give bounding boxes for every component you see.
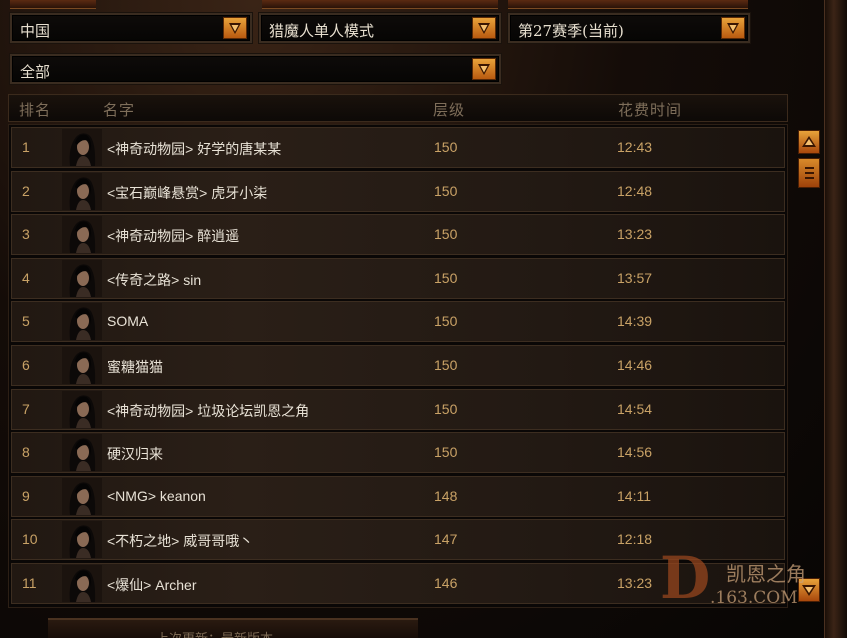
watermark-logo: D 凯恩之角 .163.COM — [658, 548, 828, 614]
time-cell: 14:46 — [617, 357, 653, 373]
tier-cell: 146 — [434, 575, 458, 591]
time-cell: 13:57 — [617, 269, 653, 286]
leaderboard-header: 排名 名字 层级 花费时间 — [8, 94, 788, 122]
column-header-time[interactable]: 花费时间 — [618, 99, 682, 120]
scrollbar[interactable] — [796, 126, 822, 606]
top-ornament — [508, 0, 748, 9]
demon-hunter-portrait-icon — [62, 216, 102, 254]
time-cell: 14:54 — [617, 400, 653, 417]
player-name-cell[interactable]: 硬汉归来 — [107, 444, 163, 464]
watermark-letter: D — [660, 544, 711, 612]
chevron-down-icon[interactable] — [472, 58, 496, 80]
time-cell: 14:56 — [617, 444, 653, 461]
demon-hunter-portrait-icon — [62, 303, 102, 341]
player-name-cell[interactable]: <不朽之地> 威哥哥哦丶 — [107, 531, 253, 551]
table-row[interactable]: 4 <传奇之路> sin 150 13:57 — [11, 257, 785, 299]
table-row[interactable]: 5 SOMA 150 14:39 — [11, 301, 785, 343]
player-name-cell[interactable]: <神奇动物园> 醉逍遥 — [107, 226, 239, 246]
last-updated-text: 上次更新：最新版本 — [156, 628, 273, 638]
scroll-thumb[interactable] — [798, 158, 820, 188]
rank-cell: 1 — [22, 139, 30, 155]
demon-hunter-portrait-icon — [62, 129, 102, 166]
tier-cell: 150 — [434, 400, 458, 417]
tier-cell: 150 — [434, 139, 458, 155]
chevron-down-icon[interactable] — [721, 17, 745, 39]
table-row[interactable]: 6 蜜糖猫猫 150 14:46 — [11, 345, 785, 386]
watermark-site-name: 凯恩之角 — [726, 562, 806, 586]
time-cell: 14:11 — [617, 487, 651, 504]
table-row[interactable]: 1 <神奇动物园> 好学的唐某某 150 12:43 — [11, 127, 785, 168]
rank-cell: 5 — [22, 313, 30, 330]
time-cell: 12:48 — [617, 182, 653, 199]
time-cell: 14:39 — [617, 313, 653, 330]
rank-cell: 9 — [22, 487, 30, 504]
table-row[interactable]: 2 <宝石巅峰悬赏> 虎牙小柒 150 12:48 — [11, 170, 785, 212]
player-name-cell[interactable]: <NMG> keanon — [107, 488, 206, 504]
time-cell: 12:18 — [617, 531, 653, 548]
table-row[interactable]: 9 <NMG> keanon 148 14:11 — [11, 475, 785, 517]
player-name-cell[interactable]: <神奇动物园> 好学的唐某某 — [107, 139, 281, 159]
column-header-rank[interactable]: 排名 — [19, 99, 51, 120]
footer-bar: 上次更新：最新版本 — [48, 618, 418, 638]
time-cell: 12:43 — [617, 139, 653, 155]
rank-cell: 4 — [22, 269, 30, 286]
leaderboard-table: 1 <神奇动物园> 好学的唐某某 150 12:43 2 <宝石巅峰悬赏> 虎牙小柒 150… — [8, 124, 788, 608]
player-name-cell[interactable]: <神奇动物园> 垃圾论坛凯恩之角 — [107, 401, 309, 421]
player-name-cell[interactable]: <宝石巅峰悬赏> 虎牙小柒 — [107, 183, 267, 203]
rank-cell: 2 — [22, 182, 30, 199]
demon-hunter-portrait-icon — [62, 172, 102, 210]
chevron-down-icon[interactable] — [223, 17, 247, 39]
demon-hunter-portrait-icon — [62, 347, 102, 384]
rank-cell: 7 — [22, 400, 30, 417]
class-filter-dropdown[interactable]: 全部 — [10, 54, 501, 84]
season-dropdown-label: 第27赛季(当前) — [518, 22, 624, 40]
class-filter-dropdown-label: 全部 — [20, 63, 51, 81]
table-row[interactable]: 3 <神奇动物园> 醉逍遥 150 13:23 — [11, 214, 785, 256]
demon-hunter-portrait-icon — [62, 477, 102, 515]
top-ornament — [262, 0, 498, 9]
table-row[interactable]: 7 <神奇动物园> 垃圾论坛凯恩之角 150 14:54 — [11, 388, 785, 430]
demon-hunter-portrait-icon — [62, 521, 102, 559]
table-row[interactable]: 8 硬汉归来 150 14:56 — [11, 432, 785, 474]
demon-hunter-portrait-icon — [62, 565, 102, 602]
rank-cell: 11 — [22, 575, 37, 591]
tier-cell: 150 — [434, 182, 458, 199]
column-header-tier[interactable]: 层级 — [433, 99, 465, 120]
rank-cell: 6 — [22, 357, 30, 373]
column-header-name[interactable]: 名字 — [103, 99, 135, 120]
rank-cell: 10 — [22, 531, 38, 548]
season-dropdown[interactable]: 第27赛季(当前) — [508, 13, 750, 43]
time-cell: 13:23 — [617, 575, 653, 591]
watermark-domain: .163.COM — [710, 588, 798, 608]
tier-cell: 147 — [434, 531, 458, 548]
demon-hunter-portrait-icon — [62, 390, 102, 428]
region-dropdown[interactable]: 中国 — [10, 13, 252, 43]
rank-cell: 3 — [22, 226, 30, 243]
demon-hunter-portrait-icon — [62, 259, 102, 297]
chevron-down-icon[interactable] — [472, 17, 496, 39]
player-name-cell[interactable]: <爆仙> Archer — [107, 575, 196, 595]
tier-cell: 150 — [434, 269, 458, 286]
mode-dropdown-label: 猎魔人单人模式 — [269, 22, 375, 40]
tier-cell: 150 — [434, 226, 458, 243]
mode-dropdown[interactable]: 猎魔人单人模式 — [259, 13, 501, 43]
window-frame-edge — [824, 0, 847, 638]
player-name-cell[interactable]: 蜜糖猫猫 — [107, 357, 163, 377]
arrow-up-icon[interactable] — [798, 130, 820, 154]
tier-cell: 150 — [434, 444, 458, 461]
time-cell: 13:23 — [617, 226, 653, 243]
rank-cell: 8 — [22, 444, 30, 461]
tier-cell: 150 — [434, 313, 458, 330]
player-name-cell[interactable]: <传奇之路> sin — [107, 270, 201, 290]
tier-cell: 148 — [434, 487, 458, 504]
tier-cell: 150 — [434, 357, 458, 373]
player-name-cell[interactable]: SOMA — [107, 313, 148, 329]
demon-hunter-portrait-icon — [62, 434, 102, 472]
region-dropdown-label: 中国 — [20, 22, 51, 40]
top-ornament — [10, 0, 96, 9]
leaderboard-window: 中国 猎魔人单人模式 第27赛季(当前) 全部 排名 名字 层级 花费时间 1 <… — [0, 0, 847, 638]
